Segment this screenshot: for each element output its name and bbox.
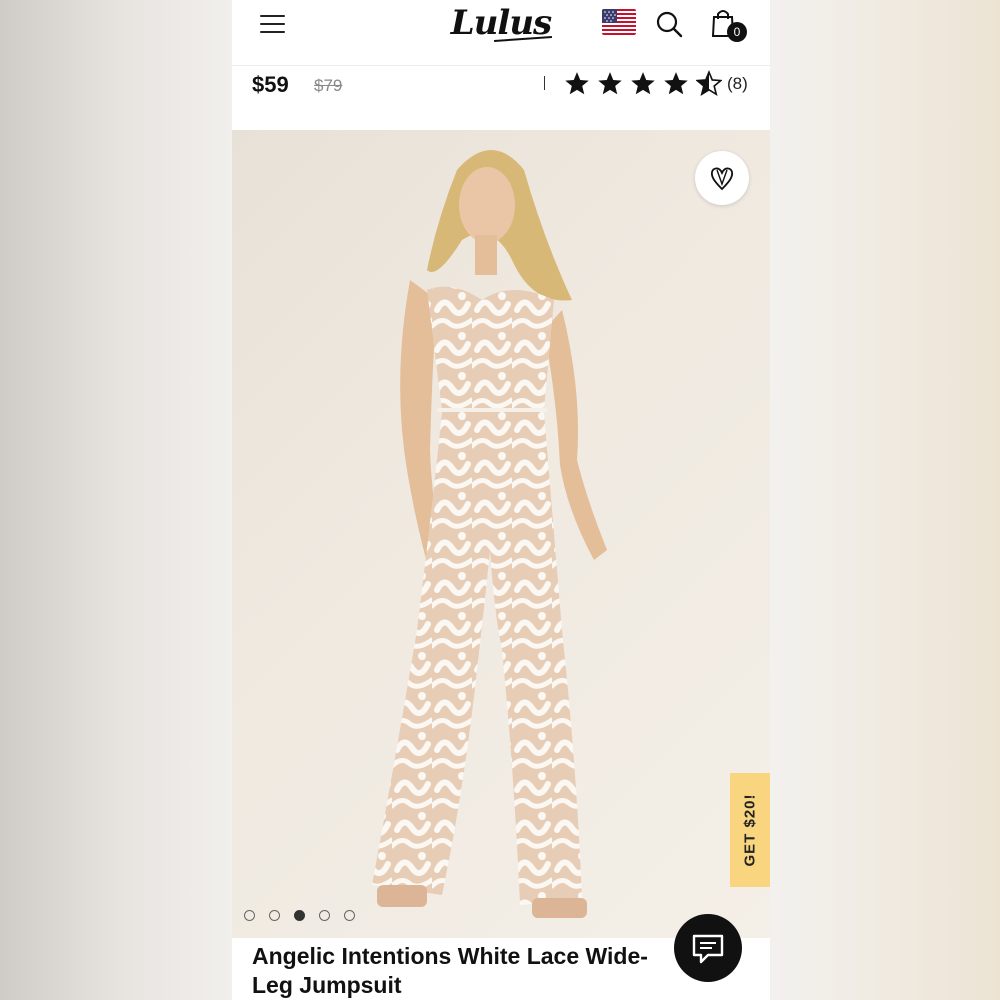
promo-label: GET $20! <box>741 793 759 867</box>
price-rating-row: $59 $79 (8) <box>232 66 770 130</box>
promo-tab[interactable]: GET $20! <box>730 773 770 887</box>
product-image[interactable]: GET $20! <box>232 130 770 938</box>
heart-icon <box>710 167 734 191</box>
chat-button[interactable] <box>674 914 742 982</box>
us-flag-icon[interactable] <box>602 9 636 35</box>
wishlist-button[interactable] <box>695 151 749 205</box>
hamburger-menu-icon[interactable] <box>258 14 288 38</box>
gallery-dot[interactable] <box>269 910 280 921</box>
site-header: Lulus 0 <box>232 0 770 66</box>
product-title: Angelic Intentions White Lace Wide-Leg J… <box>252 943 648 998</box>
half-star-icon <box>696 70 722 96</box>
gallery-dot[interactable] <box>319 910 330 921</box>
star-icon <box>631 72 655 95</box>
chat-bubble-icon <box>692 934 724 964</box>
shopping-bag-icon[interactable]: 0 <box>710 8 750 44</box>
star-icon <box>598 72 622 95</box>
model-illustration <box>372 150 607 918</box>
original-price: $79 <box>314 76 343 95</box>
star-icon <box>565 72 589 95</box>
gallery-dot[interactable] <box>344 910 355 921</box>
star-icon <box>664 72 688 95</box>
review-count[interactable]: (8) <box>727 74 748 94</box>
divider <box>544 76 545 90</box>
search-icon[interactable] <box>655 10 683 38</box>
current-price: $59 <box>252 72 289 97</box>
mobile-page: Lulus 0 $59 $79 (8) GET $20! Angelic Int… <box>232 0 770 1000</box>
gallery-dot[interactable] <box>244 910 255 921</box>
cart-count-badge: 0 <box>727 22 747 42</box>
gallery-dot-active[interactable] <box>294 910 305 921</box>
